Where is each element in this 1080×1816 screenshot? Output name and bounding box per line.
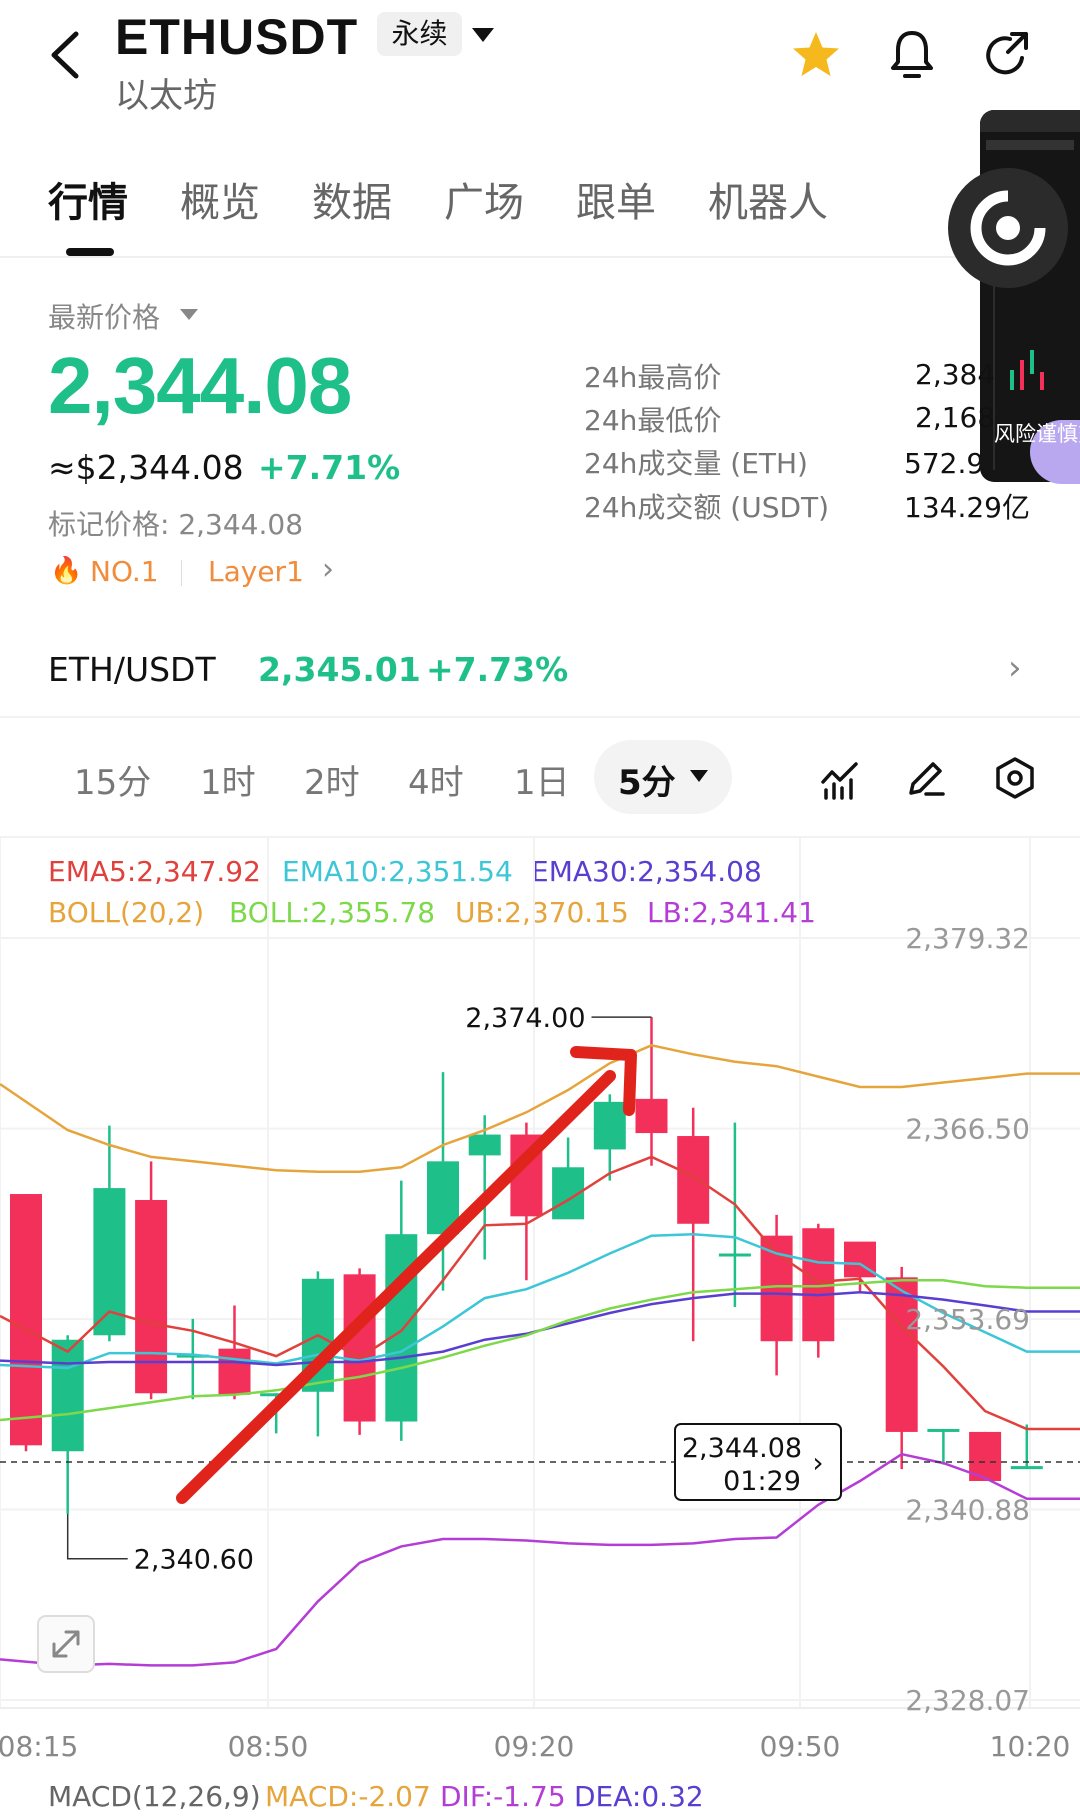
mark-price: 标记价格: 2,344.08 — [48, 508, 304, 541]
chevron-right-icon: › — [812, 1446, 823, 1479]
candle-body — [218, 1348, 251, 1395]
annotation-arrow-line — [176, 1070, 616, 1504]
y-tick-label: 2,366.50 — [905, 1113, 1030, 1146]
current-price-label: 2,344.08 — [682, 1433, 802, 1464]
candle-body — [593, 1101, 626, 1150]
change-percent: +7.71% — [258, 448, 401, 487]
tab-market[interactable]: 行情 — [48, 170, 128, 228]
y-tick-label: 2,379.32 — [905, 922, 1030, 955]
interval-active-label[interactable]: 5分 — [618, 755, 676, 804]
tab-copy-trading[interactable]: 跟单 — [576, 170, 656, 228]
pencil-icon[interactable] — [906, 758, 946, 798]
candle-body — [343, 1274, 376, 1422]
x-tick-label: 09:50 — [760, 1730, 841, 1763]
stat-value-turnover: 134.29亿 — [904, 491, 1030, 524]
countdown-label: 01:29 — [723, 1466, 801, 1497]
y-tick-label: 2,340.88 — [905, 1494, 1030, 1527]
contract-type-badge[interactable]: 永续 — [377, 12, 462, 56]
settings-gear-icon[interactable] — [993, 756, 1037, 800]
flame-icon: 🔥 — [50, 556, 83, 586]
rank-badge[interactable]: NO.1 — [90, 555, 159, 588]
indicator-icon[interactable] — [820, 760, 860, 800]
stat-value-high: 2,384 — [915, 358, 996, 391]
last-price-label[interactable]: 最新价格 — [48, 296, 160, 336]
symbol-subtitle: 以太坊 — [115, 76, 217, 116]
candle-body — [468, 1134, 501, 1156]
candle-body — [677, 1136, 710, 1224]
symbol-dropdown-icon[interactable] — [472, 28, 494, 42]
tag-separator — [181, 560, 182, 586]
macd-value: MACD:-2.07 — [265, 1780, 431, 1813]
macd-dea: DEA:0.32 — [574, 1780, 704, 1813]
tab-data[interactable]: 数据 — [312, 170, 392, 228]
interval-15m[interactable]: 15分 — [74, 755, 151, 804]
stat-label-turnover: 24h成交额 (USDT) — [584, 491, 830, 524]
share-icon[interactable] — [982, 30, 1032, 80]
y-tick-label: 2,328.07 — [905, 1684, 1030, 1717]
candle-body — [135, 1199, 168, 1394]
interval-1h[interactable]: 1时 — [200, 755, 256, 804]
candle-body — [1010, 1466, 1043, 1470]
candle-body — [10, 1194, 42, 1446]
stat-value-low: 2,168 — [915, 401, 996, 434]
category-tag[interactable]: Layer1 — [208, 555, 304, 588]
tabs-divider — [0, 256, 1080, 258]
bell-icon[interactable] — [887, 28, 937, 82]
stat-label-volume: 24h成交量 (ETH) — [584, 447, 808, 480]
x-tick-label: 10:20 — [990, 1730, 1071, 1763]
tab-overview[interactable]: 概览 — [180, 170, 260, 228]
low-callout-line — [66, 1513, 128, 1560]
x-tick-label: 08:50 — [228, 1730, 309, 1763]
chevron-right-icon[interactable]: › — [1008, 648, 1022, 688]
macd-label: MACD(12,26,9) — [48, 1780, 261, 1813]
candle-body — [51, 1339, 84, 1452]
chevron-right-icon[interactable]: › — [322, 552, 334, 587]
spot-pair-name[interactable]: ETH/USDT — [48, 650, 216, 689]
macd-dif: DIF:-1.75 — [440, 1780, 566, 1813]
active-tab-indicator — [66, 248, 114, 256]
symbol-title[interactable]: ETHUSDT — [115, 8, 358, 66]
last-price: 2,344.08 — [48, 341, 352, 430]
tab-square[interactable]: 广场 — [444, 170, 524, 228]
recorder-button[interactable] — [948, 168, 1068, 288]
y-tick-label: 2,353.69 — [905, 1303, 1030, 1336]
low-price-label: 2,340.60 — [134, 1545, 254, 1576]
candle-body — [885, 1277, 918, 1432]
spot-pair-change: +7.73% — [426, 650, 569, 689]
candle-body — [635, 1098, 668, 1134]
x-tick-label: 09:20 — [494, 1730, 575, 1763]
high-price-label: 2,374.00 — [465, 1003, 585, 1034]
favorite-star-icon[interactable] — [790, 30, 842, 80]
interval-4h[interactable]: 4时 — [408, 755, 464, 804]
stat-label-high: 24h最高价 — [584, 361, 722, 394]
back-arrow-icon[interactable] — [44, 28, 88, 82]
interval-1d[interactable]: 1日 — [514, 755, 570, 804]
pair-divider — [0, 716, 1080, 718]
record-stop-icon — [970, 190, 1046, 266]
candle-body — [927, 1428, 960, 1432]
usd-price: ≈$2,344.08 — [48, 448, 244, 487]
candlestick-chart[interactable]: 08:15 08:50 09:20 09:50 10:20 2,379.32 2,366.5… — [0, 838, 1080, 1816]
spot-pair-price: 2,345.01 — [258, 650, 421, 689]
x-tick-label: 08:15 — [0, 1730, 78, 1763]
candle-body — [385, 1234, 418, 1422]
interval-2h[interactable]: 2时 — [304, 755, 360, 804]
candle-body — [718, 1253, 751, 1257]
price-type-dropdown-icon[interactable] — [180, 309, 198, 320]
tab-bots[interactable]: 机器人 — [708, 170, 828, 228]
candle-body — [760, 1235, 793, 1342]
stat-label-low: 24h最低价 — [584, 404, 722, 437]
risk-warning-text: 风险谨慎交易 — [994, 422, 1080, 446]
interval-dropdown-icon[interactable] — [690, 770, 708, 782]
